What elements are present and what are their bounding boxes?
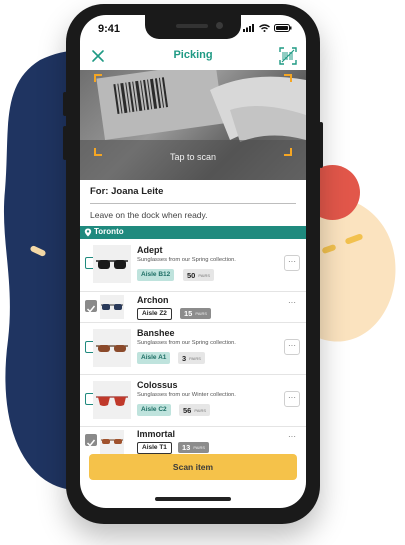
phone-side-button [319, 122, 323, 168]
item-checkbox-checked[interactable] [85, 434, 97, 447]
barcode-scene-image [80, 70, 306, 180]
quantity-value: 50 [187, 270, 196, 280]
item-name: Banshee [137, 328, 175, 338]
aisle-badge: Aisle T1 [137, 442, 172, 454]
quantity-value: 56 [183, 405, 192, 415]
more-options-button[interactable]: ··· [284, 339, 300, 355]
sunglasses-thumbnail [100, 295, 124, 319]
checkmark-icon [86, 305, 96, 313]
sunglasses-thumbnail [93, 245, 131, 283]
location-pin-icon [84, 228, 92, 237]
aisle-badge: Aisle B12 [137, 269, 175, 281]
sunglasses-thumbnail [93, 329, 131, 367]
sunglasses-thumbnail [93, 381, 131, 419]
quantity-badge: 3 PAIRS [178, 352, 205, 364]
quantity-badge: 56 PAIRS [179, 404, 211, 416]
quantity-value: 13 [182, 443, 191, 452]
order-note: Leave on the dock when ready. [90, 210, 208, 220]
tap-to-scan-hint: Tap to scan [169, 152, 217, 162]
scan-item-button[interactable]: Scan item [89, 454, 297, 480]
sunglasses-icon [96, 396, 128, 406]
wifi-icon [259, 24, 270, 32]
order-recipient-row: For: Joana Leite [90, 181, 296, 204]
phone-front-camera [216, 22, 223, 29]
more-options-button[interactable]: ··· [284, 297, 300, 313]
sunglasses-icon [101, 304, 123, 310]
quantity-unit: PAIRS [198, 272, 211, 278]
item-name: Adept [137, 245, 163, 255]
aisle-badge: Aisle C2 [137, 404, 171, 416]
battery-icon [274, 24, 292, 32]
quantity-value: 3 [182, 353, 187, 363]
quantity-unit: PAIRS [189, 355, 201, 361]
quantity-unit: PAIRS [193, 445, 206, 450]
more-options-button[interactable]: ··· [284, 255, 300, 271]
pick-list: Adept Sunglasses from our Spring collect… [80, 239, 306, 459]
home-indicator[interactable] [155, 497, 231, 501]
signal-icon [243, 24, 254, 32]
page-title: Picking [173, 49, 213, 61]
quantity-badge: 13 PAIRS [178, 442, 210, 453]
item-checkbox-checked[interactable] [85, 300, 97, 313]
quantity-badge: 15 PAIRS [180, 308, 212, 319]
quantity-unit: PAIRS [195, 311, 208, 316]
phone-speaker [176, 24, 208, 28]
item-name: Immortal [137, 429, 176, 439]
sunglasses-icon [96, 260, 128, 269]
nav-bar: Picking [80, 43, 306, 69]
location-header: Toronto [80, 226, 306, 239]
sunglasses-icon [101, 439, 123, 444]
list-item[interactable]: Colossus Sunglasses from our Winter coll… [80, 375, 306, 427]
phone-side-button [63, 126, 67, 160]
phone-side-button [63, 92, 67, 116]
location-name: Toronto [94, 227, 124, 236]
sunglasses-thumbnail [100, 430, 124, 454]
sunglasses-icon [96, 345, 128, 352]
more-options-button[interactable]: ··· [284, 391, 300, 407]
item-description: Sunglasses from our Spring collection. [137, 340, 236, 346]
item-description: Sunglasses from our Winter collection. [137, 392, 236, 398]
aisle-badge: Aisle Z2 [137, 308, 172, 320]
checkmark-icon [86, 439, 96, 447]
item-name: Colossus [137, 380, 178, 390]
camera-viewfinder[interactable]: Tap to scan [80, 70, 306, 180]
item-description: Sunglasses from our Spring collection. [137, 257, 236, 263]
list-item[interactable]: Banshee Sunglasses from our Spring colle… [80, 323, 306, 375]
list-item[interactable]: Adept Sunglasses from our Spring collect… [80, 239, 306, 292]
quantity-value: 15 [184, 309, 193, 318]
quantity-unit: PAIRS [194, 407, 207, 413]
quantity-badge: 50 PAIRS [183, 269, 215, 281]
app-screen: 9:41 Picking Tap to scan For: Joana Leit… [80, 15, 306, 508]
aisle-badge: Aisle A1 [137, 352, 171, 364]
barcode-scan-icon[interactable] [279, 47, 297, 65]
status-time: 9:41 [98, 23, 121, 35]
item-name: Archon [137, 295, 169, 305]
order-recipient: For: Joana Leite [90, 186, 164, 197]
more-options-button[interactable]: ··· [284, 431, 300, 447]
list-item[interactable]: Archon Aisle Z2 15 PAIRS ··· [80, 292, 306, 323]
